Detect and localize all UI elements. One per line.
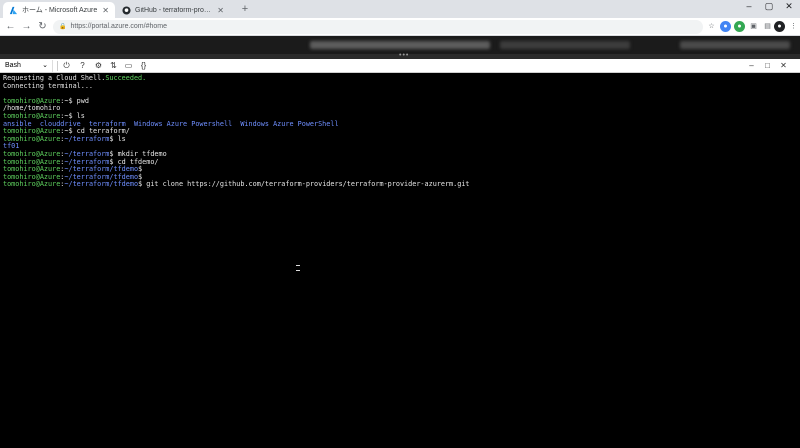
close-panel-icon[interactable]: ✕ bbox=[778, 60, 789, 72]
help-icon[interactable]: ? bbox=[77, 60, 88, 72]
forward-icon[interactable]: → bbox=[20, 20, 33, 33]
browser-tab-strip: ホーム - Microsoft Azure ✕ GitHub - terrafo… bbox=[0, 0, 800, 18]
account-blurred[interactable] bbox=[680, 41, 790, 49]
terminal-line: Connecting terminal... bbox=[3, 81, 797, 91]
terminal-text: ~/terraform/tfdemo bbox=[64, 180, 139, 189]
reload-icon[interactable]: ↻ bbox=[36, 20, 49, 33]
shell-type-label: Bash bbox=[5, 62, 21, 69]
menu-kebab-icon[interactable]: ⋮ bbox=[788, 21, 799, 32]
extension-icon[interactable]: ● bbox=[720, 21, 731, 32]
header-icons-blurred bbox=[500, 41, 630, 49]
minimize-panel-icon[interactable]: – bbox=[746, 60, 757, 72]
braces-icon[interactable]: {} bbox=[138, 60, 149, 72]
terminal-line: tomohiro@Azure:~$ pwd bbox=[3, 96, 797, 106]
search-box-blurred[interactable] bbox=[310, 41, 490, 49]
terminal-text: ~/terraform bbox=[64, 134, 110, 143]
cloud-shell-toolbar: Bash ⌄ ⏻ ? ⚙ ⇅ ▭ {} – □ ✕ bbox=[0, 59, 800, 73]
terminal-text: Succeeded. bbox=[105, 74, 147, 82]
back-icon[interactable]: ← bbox=[4, 20, 17, 33]
terminal-line: tomohiro@Azure:~/terraform$ ls bbox=[3, 134, 797, 144]
tab-github[interactable]: GitHub - terraform-providers/te ✕ bbox=[116, 2, 230, 18]
close-icon[interactable]: ✕ bbox=[102, 6, 109, 15]
tab-azure-portal[interactable]: ホーム - Microsoft Azure ✕ bbox=[3, 2, 115, 18]
tab-title: GitHub - terraform-providers/te bbox=[135, 6, 214, 14]
text-cursor-icon bbox=[296, 265, 300, 271]
drag-handle-icon[interactable]: ••• bbox=[399, 52, 409, 59]
chevron-down-icon: ⌄ bbox=[42, 62, 48, 69]
extension-icon[interactable]: ▣ bbox=[748, 21, 759, 32]
browser-toolbar: ← → ↻ 🔒 https://portal.azure.com/#home ☆ … bbox=[0, 18, 800, 36]
terminal-line: tomohiro@Azure:~/terraform/tfdemo$ git c… bbox=[3, 181, 797, 189]
window-close-icon[interactable]: ✕ bbox=[778, 0, 800, 14]
bookmark-star-icon[interactable]: ☆ bbox=[706, 21, 717, 32]
address-bar[interactable]: 🔒 https://portal.azure.com/#home bbox=[53, 20, 703, 34]
maximize-icon[interactable]: ▢ bbox=[758, 0, 780, 14]
terminal-text: $ ls bbox=[109, 134, 126, 143]
terminal-text: $ git clone https://github.com/terraform… bbox=[138, 180, 470, 189]
terminal[interactable]: Requesting a Cloud Shell.Succeeded. Conne… bbox=[0, 73, 800, 448]
extension-icon[interactable]: ● bbox=[734, 21, 745, 32]
lock-icon: 🔒 bbox=[59, 24, 67, 30]
divider bbox=[57, 61, 58, 71]
terminal-line: Requesting a Cloud Shell.Succeeded. bbox=[3, 74, 797, 83]
terminal-text: tomohiro@Azure bbox=[3, 180, 61, 189]
shell-type-select[interactable]: Bash ⌄ bbox=[3, 60, 53, 72]
open-editor-icon[interactable]: ▭ bbox=[123, 60, 134, 72]
avatar[interactable]: ● bbox=[774, 21, 785, 32]
settings-icon[interactable]: ⚙ bbox=[93, 60, 104, 72]
terminal-text: Connecting terminal... bbox=[3, 81, 94, 90]
github-icon bbox=[122, 5, 131, 15]
tab-title: ホーム - Microsoft Azure bbox=[22, 7, 98, 14]
maximize-panel-icon[interactable]: □ bbox=[762, 60, 773, 72]
minimize-icon[interactable]: – bbox=[738, 0, 760, 14]
close-icon[interactable]: ✕ bbox=[217, 6, 224, 15]
upload-download-icon[interactable]: ⇅ bbox=[108, 60, 119, 72]
extension-icon[interactable]: ▤ bbox=[762, 21, 773, 32]
url-text: https://portal.azure.com/#home bbox=[70, 23, 167, 30]
power-icon[interactable]: ⏻ bbox=[61, 60, 72, 72]
terminal-text: :~$ pwd bbox=[60, 96, 89, 105]
azure-icon bbox=[9, 6, 18, 15]
terminal-line: /home/tomohiro bbox=[3, 105, 797, 113]
new-tab-button[interactable]: + bbox=[239, 3, 251, 15]
